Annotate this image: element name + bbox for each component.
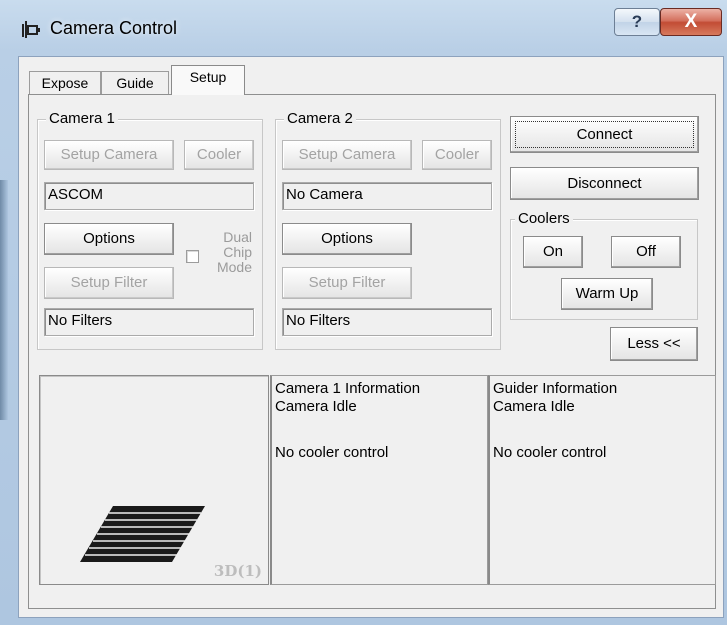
guider-info-title: Guider Information <box>493 380 618 397</box>
cooler-off-button[interactable]: Off <box>611 236 681 268</box>
window-title: Camera Control <box>50 18 178 38</box>
stacked-frames-icon <box>80 506 205 562</box>
guider-info-cooler: No cooler control <box>493 444 607 461</box>
window-edge-shadow <box>0 180 8 420</box>
camera1-info-status: Camera Idle <box>275 398 357 415</box>
guider-info-panel: Guider Information Camera Idle No cooler… <box>488 375 716 585</box>
preview-label: 3D(1) <box>213 562 262 580</box>
warm-up-button[interactable]: Warm Up <box>561 278 653 310</box>
title-bar[interactable]: Camera Control ? X <box>0 0 727 52</box>
less-button[interactable]: Less << <box>610 327 698 361</box>
camera1-setup-camera-button[interactable]: Setup Camera <box>44 140 174 170</box>
camera1-camera-field[interactable]: ASCOM <box>44 182 254 210</box>
camera1-options-button[interactable]: Options <box>44 223 174 255</box>
guider-info-status: Camera Idle <box>493 398 575 415</box>
camera1-info-cooler: No cooler control <box>275 444 389 461</box>
cooler-on-button[interactable]: On <box>523 236 583 268</box>
camera1-group: Camera 1 Setup Camera Cooler ASCOM Optio… <box>37 110 263 350</box>
tab-expose[interactable]: Expose <box>29 71 101 94</box>
camera2-group: Camera 2 Setup Camera Cooler No Camera O… <box>275 110 501 350</box>
dialog-client-area: Expose Guide Setup Camera 1 Setup Camera… <box>18 56 724 618</box>
coolers-group: Coolers On Off Warm Up <box>510 210 698 320</box>
camera-preview-panel: 3D(1) <box>39 375 269 585</box>
camera1-info-title: Camera 1 Information <box>275 380 421 397</box>
app-icon <box>20 20 42 40</box>
camera1-filter-field[interactable]: No Filters <box>44 308 254 336</box>
help-button[interactable]: ? <box>614 8 660 36</box>
camera2-group-label: Camera 2 <box>284 110 356 128</box>
camera2-options-button[interactable]: Options <box>282 223 412 255</box>
dual-chip-mode-label: Dual Chip Mode <box>216 229 252 275</box>
camera-control-window: Camera Control ? X Expose Guide Setup Ca… <box>0 0 727 625</box>
camera2-camera-field[interactable]: No Camera <box>282 182 492 210</box>
disconnect-button[interactable]: Disconnect <box>510 167 699 200</box>
camera2-filter-field[interactable]: No Filters <box>282 308 492 336</box>
coolers-group-label: Coolers <box>515 210 573 228</box>
connect-button[interactable]: Connect <box>510 116 699 153</box>
camera2-setup-camera-button[interactable]: Setup Camera <box>282 140 412 170</box>
setup-tab-panel: Camera 1 Setup Camera Cooler ASCOM Optio… <box>28 94 716 609</box>
tab-guide[interactable]: Guide <box>101 71 169 94</box>
camera2-setup-filter-button[interactable]: Setup Filter <box>282 267 412 299</box>
camera1-group-label: Camera 1 <box>46 110 118 128</box>
camera2-cooler-button[interactable]: Cooler <box>422 140 492 170</box>
camera1-info-panel: Camera 1 Information Camera Idle No cool… <box>270 375 488 585</box>
close-button[interactable]: X <box>660 8 722 36</box>
camera1-cooler-button[interactable]: Cooler <box>184 140 254 170</box>
tab-setup[interactable]: Setup <box>171 65 245 95</box>
camera1-setup-filter-button[interactable]: Setup Filter <box>44 267 174 299</box>
